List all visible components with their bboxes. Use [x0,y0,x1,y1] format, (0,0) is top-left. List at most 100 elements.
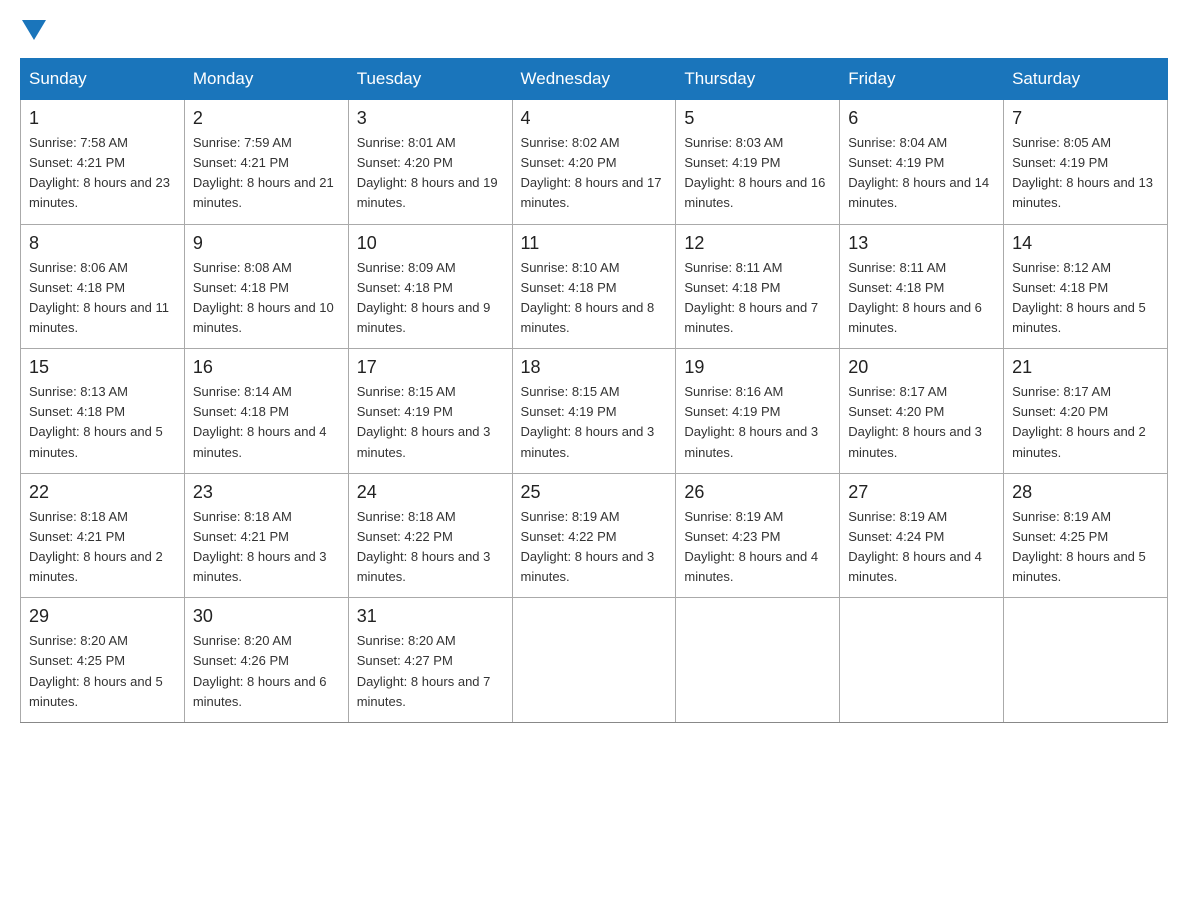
day-info: Sunrise: 8:05 AM Sunset: 4:19 PM Dayligh… [1012,133,1159,214]
calendar-cell: 24 Sunrise: 8:18 AM Sunset: 4:22 PM Dayl… [348,473,512,598]
day-number: 24 [357,482,504,503]
day-number: 20 [848,357,995,378]
calendar-cell [840,598,1004,723]
calendar-cell: 18 Sunrise: 8:15 AM Sunset: 4:19 PM Dayl… [512,349,676,474]
day-info: Sunrise: 8:18 AM Sunset: 4:21 PM Dayligh… [29,507,176,588]
calendar-cell: 16 Sunrise: 8:14 AM Sunset: 4:18 PM Dayl… [184,349,348,474]
day-info: Sunrise: 8:04 AM Sunset: 4:19 PM Dayligh… [848,133,995,214]
calendar-cell: 8 Sunrise: 8:06 AM Sunset: 4:18 PM Dayli… [21,224,185,349]
day-info: Sunrise: 8:10 AM Sunset: 4:18 PM Dayligh… [521,258,668,339]
day-number: 16 [193,357,340,378]
day-info: Sunrise: 8:19 AM Sunset: 4:25 PM Dayligh… [1012,507,1159,588]
day-info: Sunrise: 8:16 AM Sunset: 4:19 PM Dayligh… [684,382,831,463]
day-info: Sunrise: 8:06 AM Sunset: 4:18 PM Dayligh… [29,258,176,339]
calendar-cell: 27 Sunrise: 8:19 AM Sunset: 4:24 PM Dayl… [840,473,1004,598]
calendar-header-sunday: Sunday [21,59,185,100]
day-number: 8 [29,233,176,254]
calendar-cell: 31 Sunrise: 8:20 AM Sunset: 4:27 PM Dayl… [348,598,512,723]
day-number: 31 [357,606,504,627]
page-header [20,20,1168,40]
day-number: 26 [684,482,831,503]
day-number: 18 [521,357,668,378]
day-number: 10 [357,233,504,254]
calendar-cell: 4 Sunrise: 8:02 AM Sunset: 4:20 PM Dayli… [512,100,676,225]
calendar-week-row: 29 Sunrise: 8:20 AM Sunset: 4:25 PM Dayl… [21,598,1168,723]
day-number: 12 [684,233,831,254]
calendar-cell: 9 Sunrise: 8:08 AM Sunset: 4:18 PM Dayli… [184,224,348,349]
day-number: 14 [1012,233,1159,254]
day-info: Sunrise: 8:12 AM Sunset: 4:18 PM Dayligh… [1012,258,1159,339]
calendar-cell: 21 Sunrise: 8:17 AM Sunset: 4:20 PM Dayl… [1004,349,1168,474]
day-number: 19 [684,357,831,378]
calendar-cell: 29 Sunrise: 8:20 AM Sunset: 4:25 PM Dayl… [21,598,185,723]
day-info: Sunrise: 8:01 AM Sunset: 4:20 PM Dayligh… [357,133,504,214]
day-number: 1 [29,108,176,129]
day-info: Sunrise: 8:14 AM Sunset: 4:18 PM Dayligh… [193,382,340,463]
day-number: 9 [193,233,340,254]
day-number: 21 [1012,357,1159,378]
calendar-cell: 5 Sunrise: 8:03 AM Sunset: 4:19 PM Dayli… [676,100,840,225]
calendar-cell: 11 Sunrise: 8:10 AM Sunset: 4:18 PM Dayl… [512,224,676,349]
calendar-header-wednesday: Wednesday [512,59,676,100]
calendar-cell: 6 Sunrise: 8:04 AM Sunset: 4:19 PM Dayli… [840,100,1004,225]
calendar-header-monday: Monday [184,59,348,100]
calendar-cell: 7 Sunrise: 8:05 AM Sunset: 4:19 PM Dayli… [1004,100,1168,225]
day-number: 3 [357,108,504,129]
day-info: Sunrise: 8:18 AM Sunset: 4:21 PM Dayligh… [193,507,340,588]
day-number: 22 [29,482,176,503]
calendar-cell: 3 Sunrise: 8:01 AM Sunset: 4:20 PM Dayli… [348,100,512,225]
calendar-cell: 28 Sunrise: 8:19 AM Sunset: 4:25 PM Dayl… [1004,473,1168,598]
day-info: Sunrise: 8:19 AM Sunset: 4:22 PM Dayligh… [521,507,668,588]
day-info: Sunrise: 8:11 AM Sunset: 4:18 PM Dayligh… [684,258,831,339]
calendar-cell: 14 Sunrise: 8:12 AM Sunset: 4:18 PM Dayl… [1004,224,1168,349]
calendar-header-thursday: Thursday [676,59,840,100]
day-number: 11 [521,233,668,254]
calendar-header-saturday: Saturday [1004,59,1168,100]
calendar-cell: 25 Sunrise: 8:19 AM Sunset: 4:22 PM Dayl… [512,473,676,598]
day-number: 30 [193,606,340,627]
day-info: Sunrise: 8:13 AM Sunset: 4:18 PM Dayligh… [29,382,176,463]
day-number: 4 [521,108,668,129]
day-info: Sunrise: 8:08 AM Sunset: 4:18 PM Dayligh… [193,258,340,339]
calendar-cell: 2 Sunrise: 7:59 AM Sunset: 4:21 PM Dayli… [184,100,348,225]
day-info: Sunrise: 8:11 AM Sunset: 4:18 PM Dayligh… [848,258,995,339]
logo-triangle-icon [22,20,46,40]
calendar-cell: 20 Sunrise: 8:17 AM Sunset: 4:20 PM Dayl… [840,349,1004,474]
day-info: Sunrise: 8:20 AM Sunset: 4:25 PM Dayligh… [29,631,176,712]
calendar-cell [1004,598,1168,723]
calendar-table: SundayMondayTuesdayWednesdayThursdayFrid… [20,58,1168,723]
calendar-header-tuesday: Tuesday [348,59,512,100]
calendar-cell: 17 Sunrise: 8:15 AM Sunset: 4:19 PM Dayl… [348,349,512,474]
calendar-cell: 1 Sunrise: 7:58 AM Sunset: 4:21 PM Dayli… [21,100,185,225]
calendar-cell [512,598,676,723]
day-number: 13 [848,233,995,254]
calendar-cell: 13 Sunrise: 8:11 AM Sunset: 4:18 PM Dayl… [840,224,1004,349]
logo [20,20,48,40]
day-info: Sunrise: 8:19 AM Sunset: 4:23 PM Dayligh… [684,507,831,588]
calendar-cell [676,598,840,723]
day-info: Sunrise: 7:58 AM Sunset: 4:21 PM Dayligh… [29,133,176,214]
calendar-cell: 10 Sunrise: 8:09 AM Sunset: 4:18 PM Dayl… [348,224,512,349]
day-info: Sunrise: 8:18 AM Sunset: 4:22 PM Dayligh… [357,507,504,588]
day-info: Sunrise: 8:20 AM Sunset: 4:26 PM Dayligh… [193,631,340,712]
day-info: Sunrise: 8:19 AM Sunset: 4:24 PM Dayligh… [848,507,995,588]
day-info: Sunrise: 8:20 AM Sunset: 4:27 PM Dayligh… [357,631,504,712]
day-info: Sunrise: 8:17 AM Sunset: 4:20 PM Dayligh… [1012,382,1159,463]
day-number: 2 [193,108,340,129]
day-number: 15 [29,357,176,378]
day-info: Sunrise: 8:03 AM Sunset: 4:19 PM Dayligh… [684,133,831,214]
calendar-cell: 23 Sunrise: 8:18 AM Sunset: 4:21 PM Dayl… [184,473,348,598]
calendar-cell: 30 Sunrise: 8:20 AM Sunset: 4:26 PM Dayl… [184,598,348,723]
day-number: 25 [521,482,668,503]
calendar-week-row: 15 Sunrise: 8:13 AM Sunset: 4:18 PM Dayl… [21,349,1168,474]
day-info: Sunrise: 7:59 AM Sunset: 4:21 PM Dayligh… [193,133,340,214]
day-number: 17 [357,357,504,378]
calendar-week-row: 22 Sunrise: 8:18 AM Sunset: 4:21 PM Dayl… [21,473,1168,598]
day-number: 7 [1012,108,1159,129]
day-number: 28 [1012,482,1159,503]
day-info: Sunrise: 8:15 AM Sunset: 4:19 PM Dayligh… [357,382,504,463]
calendar-header-row: SundayMondayTuesdayWednesdayThursdayFrid… [21,59,1168,100]
day-number: 27 [848,482,995,503]
day-number: 6 [848,108,995,129]
calendar-cell: 12 Sunrise: 8:11 AM Sunset: 4:18 PM Dayl… [676,224,840,349]
